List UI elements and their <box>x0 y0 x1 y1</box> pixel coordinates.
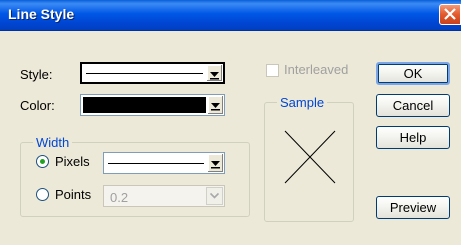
points-radio[interactable] <box>36 188 49 201</box>
radio-selected-dot <box>40 159 45 164</box>
pixels-dropdown-button[interactable] <box>207 154 223 172</box>
pixels-label[interactable]: Pixels <box>55 154 90 169</box>
cancel-button[interactable]: Cancel <box>376 94 450 117</box>
close-button[interactable] <box>439 4 461 25</box>
width-group-legend: Width <box>33 135 73 150</box>
style-dropdown[interactable] <box>80 62 225 84</box>
points-dropdown-button[interactable] <box>206 187 223 205</box>
interleaved-checkbox[interactable] <box>266 64 279 77</box>
line-style-dialog: Line Style Style: Color: Width Pixels Po… <box>0 0 461 245</box>
style-dropdown-button[interactable] <box>206 65 222 81</box>
dropdown-arrow-icon <box>211 103 220 111</box>
points-label[interactable]: Points <box>55 187 91 202</box>
color-swatch <box>83 97 206 113</box>
dropdown-arrow-icon <box>210 192 219 199</box>
dialog-title: Line Style <box>8 6 75 22</box>
close-x-icon <box>444 8 456 20</box>
pixels-line-preview <box>108 163 204 164</box>
title-bar: Line Style <box>0 0 461 31</box>
points-dropdown[interactable]: 0.2 <box>103 185 225 207</box>
pixels-radio[interactable] <box>36 155 49 168</box>
interleaved-label: Interleaved <box>284 62 349 77</box>
dropdown-arrow-icon <box>210 72 219 80</box>
dropdown-arrow-icon <box>211 161 220 169</box>
style-line-preview <box>86 73 203 74</box>
help-button[interactable]: Help <box>376 126 450 149</box>
style-label: Style: <box>20 67 53 82</box>
color-dropdown-button[interactable] <box>207 96 223 114</box>
ok-button[interactable]: OK <box>376 62 450 85</box>
pixels-dropdown[interactable] <box>103 152 225 174</box>
preview-button[interactable]: Preview <box>376 196 450 219</box>
sample-line-preview <box>284 130 336 184</box>
color-dropdown[interactable] <box>80 94 225 116</box>
color-label: Color: <box>20 98 55 113</box>
points-value: 0.2 <box>110 190 129 205</box>
sample-frame: Sample <box>264 95 354 222</box>
